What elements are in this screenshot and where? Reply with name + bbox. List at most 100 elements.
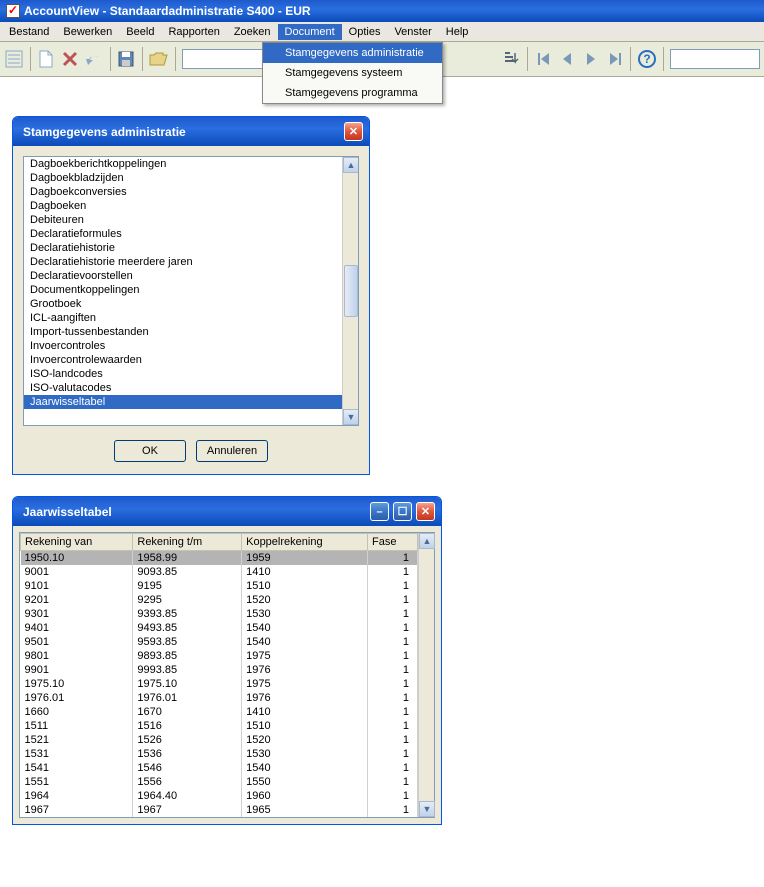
list-item[interactable]: Declaratieformules: [24, 227, 342, 241]
app-title: AccountView - Standaardadministratie S40…: [24, 4, 311, 18]
list-item[interactable]: Import-tussenbestanden: [24, 325, 342, 339]
table-cell: 1: [368, 719, 418, 733]
sort-icon[interactable]: [501, 46, 521, 72]
table-row[interactable]: 99019993.8519761: [21, 663, 418, 677]
table-cell: 9201: [21, 593, 133, 607]
table-cell: 1: [368, 691, 418, 705]
dropdown-item[interactable]: Stamgegevens systeem: [263, 63, 442, 83]
help-icon[interactable]: ?: [637, 46, 657, 72]
close-icon[interactable]: ✕: [344, 122, 363, 141]
menu-opties[interactable]: Opties: [342, 24, 388, 40]
table-row[interactable]: 9201929515201: [21, 593, 418, 607]
new-icon[interactable]: [36, 46, 56, 72]
table-row[interactable]: 95019593.8515401: [21, 635, 418, 649]
table-row[interactable]: 1551155615501: [21, 775, 418, 789]
delete-icon[interactable]: [60, 46, 80, 72]
table-cell: 1: [368, 621, 418, 635]
scroll-thumb[interactable]: [344, 265, 358, 317]
table-row[interactable]: 1660167014101: [21, 705, 418, 719]
list-item[interactable]: Documentkoppelingen: [24, 283, 342, 297]
table-cell: 9493.85: [133, 621, 242, 635]
menu-document[interactable]: Document: [278, 24, 342, 40]
folder-open-icon[interactable]: [149, 46, 169, 72]
table-row[interactable]: 1976.011976.0119761: [21, 691, 418, 705]
scroll-down-icon[interactable]: ▼: [419, 801, 435, 817]
list-item[interactable]: Dagboekconversies: [24, 185, 342, 199]
table-cell: 1511: [21, 719, 133, 733]
nav-first-icon[interactable]: [534, 46, 554, 72]
table-row[interactable]: 94019493.8515401: [21, 621, 418, 635]
list-item[interactable]: Invoercontroles: [24, 339, 342, 353]
minimize-icon[interactable]: –: [370, 502, 389, 521]
scroll-up-icon[interactable]: ▲: [343, 157, 359, 173]
table-row[interactable]: 90019093.8514101: [21, 565, 418, 579]
jaarwissel-table-wrap: Rekening vanRekening t/mKoppelrekeningFa…: [19, 532, 435, 818]
dropdown-item[interactable]: Stamgegevens programma: [263, 83, 442, 103]
scrollbar[interactable]: ▲ ▼: [342, 157, 358, 425]
stamgegevens-listbox[interactable]: DagboekberichtkoppelingenDagboekbladzijd…: [23, 156, 359, 426]
list-item[interactable]: ICL-aangiften: [24, 311, 342, 325]
table-cell: 1: [368, 747, 418, 761]
ok-button[interactable]: OK: [114, 440, 186, 462]
list-item[interactable]: Dagboeken: [24, 199, 342, 213]
scroll-down-icon[interactable]: ▼: [343, 409, 359, 425]
list-item[interactable]: Grootboek: [24, 297, 342, 311]
table-row[interactable]: 1531153615301: [21, 747, 418, 761]
column-header[interactable]: Rekening t/m: [133, 534, 242, 551]
jaarwissel-table[interactable]: Rekening vanRekening t/mKoppelrekeningFa…: [20, 533, 418, 817]
table-row[interactable]: 1511151615101: [21, 719, 418, 733]
table-row[interactable]: 1541154615401: [21, 761, 418, 775]
list-item[interactable]: Declaratievoorstellen: [24, 269, 342, 283]
list-item[interactable]: Debiteuren: [24, 213, 342, 227]
table-cell: 1975: [242, 677, 368, 691]
list-item[interactable]: ISO-landcodes: [24, 367, 342, 381]
close-icon[interactable]: ✕: [416, 502, 435, 521]
table-cell: 1520: [242, 593, 368, 607]
stamgegevens-dialog: Stamgegevens administratie ✕ Dagboekberi…: [12, 116, 370, 475]
column-header[interactable]: Rekening van: [21, 534, 133, 551]
list-item[interactable]: Dagboekberichtkoppelingen: [24, 157, 342, 171]
nav-prev-icon[interactable]: [557, 46, 577, 72]
list-item[interactable]: Jaarwisseltabel: [24, 395, 342, 409]
list-item[interactable]: Invoercontrolewaarden: [24, 353, 342, 367]
table-cell: 9393.85: [133, 607, 242, 621]
table-row[interactable]: 1975.101975.1019751: [21, 677, 418, 691]
cancel-button[interactable]: Annuleren: [196, 440, 268, 462]
nav-next-icon[interactable]: [581, 46, 601, 72]
quick-input[interactable]: [670, 49, 760, 69]
nav-last-icon[interactable]: [605, 46, 625, 72]
table-row[interactable]: 93019393.8515301: [21, 607, 418, 621]
table-cell: 1976.01: [21, 691, 133, 705]
column-header[interactable]: Fase: [368, 534, 418, 551]
menu-zoeken[interactable]: Zoeken: [227, 24, 278, 40]
table-row[interactable]: 1950.101958.9919591: [21, 551, 418, 566]
menu-rapporten[interactable]: Rapporten: [161, 24, 226, 40]
list-icon[interactable]: [4, 46, 24, 72]
maximize-icon[interactable]: ☐: [393, 502, 412, 521]
menu-help[interactable]: Help: [439, 24, 476, 40]
table-row[interactable]: 1521152615201: [21, 733, 418, 747]
list-item[interactable]: Declaratiehistorie meerdere jaren: [24, 255, 342, 269]
app-titlebar: AccountView - Standaardadministratie S40…: [0, 0, 764, 22]
scrollbar[interactable]: ▲ ▼: [418, 533, 434, 817]
list-item[interactable]: Declaratiehistorie: [24, 241, 342, 255]
list-item[interactable]: ISO-valutacodes: [24, 381, 342, 395]
table-cell: 1516: [133, 719, 242, 733]
table-row[interactable]: 98019893.8519751: [21, 649, 418, 663]
list-item[interactable]: Dagboekbladzijden: [24, 171, 342, 185]
table-cell: 1: [368, 789, 418, 803]
table-cell: 1960: [242, 789, 368, 803]
undo-icon[interactable]: [84, 46, 104, 72]
dropdown-item[interactable]: Stamgegevens administratie: [263, 43, 442, 63]
table-row[interactable]: 1967196719651: [21, 803, 418, 817]
save-icon[interactable]: [116, 46, 136, 72]
scroll-up-icon[interactable]: ▲: [419, 533, 435, 549]
menu-bestand[interactable]: Bestand: [2, 24, 56, 40]
menu-venster[interactable]: Venster: [387, 24, 438, 40]
table-row[interactable]: 19641964.4019601: [21, 789, 418, 803]
table-row[interactable]: 9101919515101: [21, 579, 418, 593]
menu-beeld[interactable]: Beeld: [119, 24, 161, 40]
column-header[interactable]: Koppelrekening: [242, 534, 368, 551]
menu-bewerken[interactable]: Bewerken: [56, 24, 119, 40]
table-cell: 1950.10: [21, 551, 133, 566]
